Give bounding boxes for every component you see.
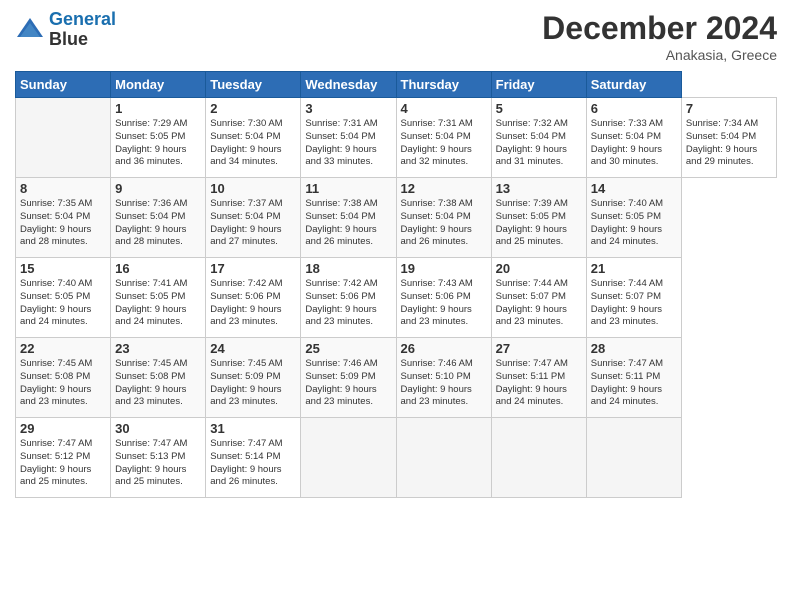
calendar-week-5: 29Sunrise: 7:47 AMSunset: 5:12 PMDayligh…: [16, 418, 777, 498]
table-row: 19Sunrise: 7:43 AMSunset: 5:06 PMDayligh…: [396, 258, 491, 338]
calendar-week-3: 15Sunrise: 7:40 AMSunset: 5:05 PMDayligh…: [16, 258, 777, 338]
table-row: 12Sunrise: 7:38 AMSunset: 5:04 PMDayligh…: [396, 178, 491, 258]
table-row: 24Sunrise: 7:45 AMSunset: 5:09 PMDayligh…: [206, 338, 301, 418]
logo-text: General Blue: [49, 10, 116, 50]
header-row: Sunday Monday Tuesday Wednesday Thursday…: [16, 72, 777, 98]
table-row: [586, 418, 681, 498]
col-monday: Monday: [111, 72, 206, 98]
table-row: 23Sunrise: 7:45 AMSunset: 5:08 PMDayligh…: [111, 338, 206, 418]
table-row: 26Sunrise: 7:46 AMSunset: 5:10 PMDayligh…: [396, 338, 491, 418]
table-row: 6Sunrise: 7:33 AMSunset: 5:04 PMDaylight…: [586, 98, 681, 178]
table-row: 13Sunrise: 7:39 AMSunset: 5:05 PMDayligh…: [491, 178, 586, 258]
calendar-week-4: 22Sunrise: 7:45 AMSunset: 5:08 PMDayligh…: [16, 338, 777, 418]
table-row: 11Sunrise: 7:38 AMSunset: 5:04 PMDayligh…: [301, 178, 396, 258]
col-saturday: Saturday: [586, 72, 681, 98]
table-row: 14Sunrise: 7:40 AMSunset: 5:05 PMDayligh…: [586, 178, 681, 258]
table-row: 4Sunrise: 7:31 AMSunset: 5:04 PMDaylight…: [396, 98, 491, 178]
table-row: 21Sunrise: 7:44 AMSunset: 5:07 PMDayligh…: [586, 258, 681, 338]
table-row: 20Sunrise: 7:44 AMSunset: 5:07 PMDayligh…: [491, 258, 586, 338]
table-row: [301, 418, 396, 498]
table-row: 18Sunrise: 7:42 AMSunset: 5:06 PMDayligh…: [301, 258, 396, 338]
col-friday: Friday: [491, 72, 586, 98]
table-row: 2Sunrise: 7:30 AMSunset: 5:04 PMDaylight…: [206, 98, 301, 178]
table-row: 30Sunrise: 7:47 AMSunset: 5:13 PMDayligh…: [111, 418, 206, 498]
table-row: 17Sunrise: 7:42 AMSunset: 5:06 PMDayligh…: [206, 258, 301, 338]
calendar-week-1: 1Sunrise: 7:29 AMSunset: 5:05 PMDaylight…: [16, 98, 777, 178]
table-row: 22Sunrise: 7:45 AMSunset: 5:08 PMDayligh…: [16, 338, 111, 418]
table-row: 7Sunrise: 7:34 AMSunset: 5:04 PMDaylight…: [681, 98, 776, 178]
location: Anakasia, Greece: [542, 47, 777, 63]
table-row: 28Sunrise: 7:47 AMSunset: 5:11 PMDayligh…: [586, 338, 681, 418]
table-row: [491, 418, 586, 498]
table-row: 8Sunrise: 7:35 AMSunset: 5:04 PMDaylight…: [16, 178, 111, 258]
col-sunday: Sunday: [16, 72, 111, 98]
table-row: 27Sunrise: 7:47 AMSunset: 5:11 PMDayligh…: [491, 338, 586, 418]
header: General Blue December 2024 Anakasia, Gre…: [15, 10, 777, 63]
col-tuesday: Tuesday: [206, 72, 301, 98]
table-row: 1Sunrise: 7:29 AMSunset: 5:05 PMDaylight…: [111, 98, 206, 178]
calendar-week-2: 8Sunrise: 7:35 AMSunset: 5:04 PMDaylight…: [16, 178, 777, 258]
table-row: 15Sunrise: 7:40 AMSunset: 5:05 PMDayligh…: [16, 258, 111, 338]
page-container: General Blue December 2024 Anakasia, Gre…: [0, 0, 792, 508]
table-row: 16Sunrise: 7:41 AMSunset: 5:05 PMDayligh…: [111, 258, 206, 338]
col-wednesday: Wednesday: [301, 72, 396, 98]
table-row: [396, 418, 491, 498]
table-row: 3Sunrise: 7:31 AMSunset: 5:04 PMDaylight…: [301, 98, 396, 178]
table-row: 25Sunrise: 7:46 AMSunset: 5:09 PMDayligh…: [301, 338, 396, 418]
title-section: December 2024 Anakasia, Greece: [542, 10, 777, 63]
month-title: December 2024: [542, 10, 777, 47]
table-row: 5Sunrise: 7:32 AMSunset: 5:04 PMDaylight…: [491, 98, 586, 178]
table-row: 29Sunrise: 7:47 AMSunset: 5:12 PMDayligh…: [16, 418, 111, 498]
table-row: 31Sunrise: 7:47 AMSunset: 5:14 PMDayligh…: [206, 418, 301, 498]
table-row: [16, 98, 111, 178]
logo: General Blue: [15, 10, 116, 50]
table-row: 9Sunrise: 7:36 AMSunset: 5:04 PMDaylight…: [111, 178, 206, 258]
col-thursday: Thursday: [396, 72, 491, 98]
logo-icon: [15, 15, 45, 45]
table-row: 10Sunrise: 7:37 AMSunset: 5:04 PMDayligh…: [206, 178, 301, 258]
calendar-table: Sunday Monday Tuesday Wednesday Thursday…: [15, 71, 777, 498]
